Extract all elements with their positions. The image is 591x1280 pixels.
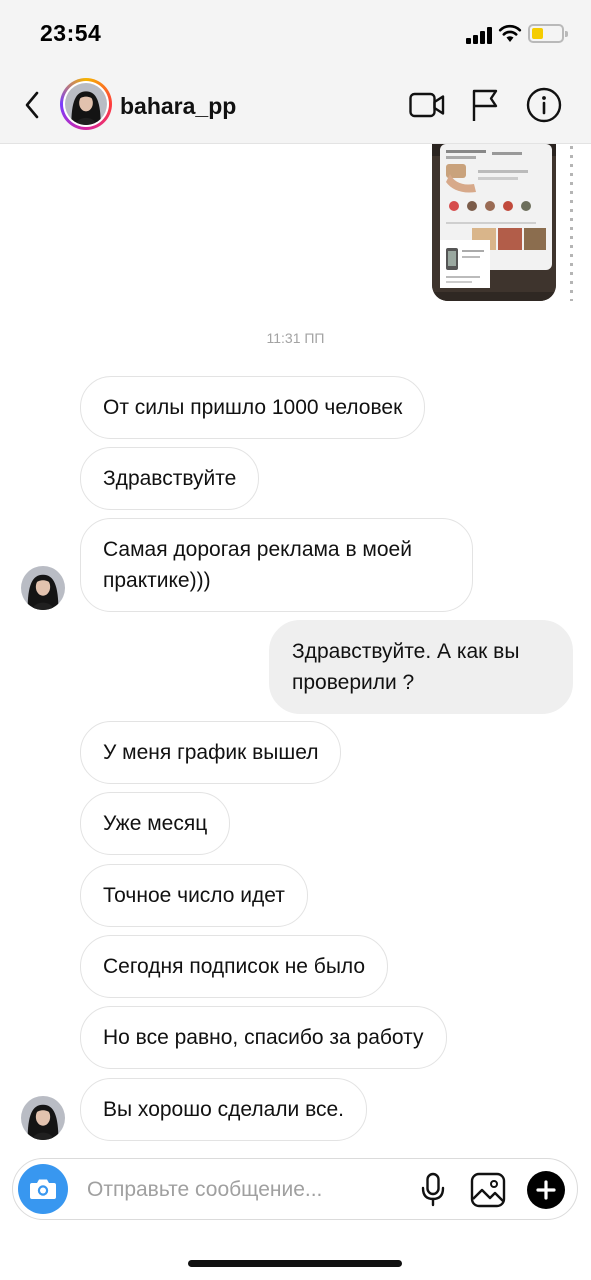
incoming-message-bubble[interactable]: Точное число идет	[80, 864, 308, 927]
status-bar: 23:54	[0, 0, 591, 66]
message-timestamp: 11:31 ПП	[266, 330, 325, 346]
message-text: Вы хорошо сделали все.	[103, 1098, 345, 1121]
status-time: 23:54	[40, 20, 102, 46]
message-text: Сегодня подписок не было	[103, 955, 366, 978]
wifi-icon	[498, 24, 522, 42]
avatar-photo	[21, 1096, 65, 1140]
incoming-message-bubble[interactable]: Но все равно, спасибо за работу	[80, 1006, 447, 1069]
message-text: Но все равно, спасибо за работу	[103, 1026, 424, 1049]
avatar-photo	[21, 566, 65, 610]
message-text: Самая дорогая реклама в моей практике)))	[103, 538, 412, 592]
avatar-photo	[65, 83, 107, 125]
microphone-icon[interactable]	[419, 1172, 447, 1208]
sender-avatar[interactable]	[21, 566, 65, 610]
home-indicator[interactable]	[188, 1260, 402, 1267]
camera-button[interactable]	[18, 1164, 68, 1214]
message-composer	[12, 1158, 578, 1220]
incoming-message-bubble[interactable]: Здравствуйте	[80, 447, 260, 510]
info-icon[interactable]	[526, 87, 562, 123]
plus-icon	[536, 1180, 556, 1200]
header-avatar[interactable]	[60, 78, 112, 130]
message-text: Уже месяц	[103, 812, 208, 835]
shared-screenshot-thumbnail	[432, 144, 556, 301]
message-input[interactable]	[87, 1176, 397, 1204]
incoming-message-bubble[interactable]: От силы пришло 1000 человек	[80, 376, 426, 439]
camera-icon	[30, 1179, 56, 1199]
incoming-message-bubble[interactable]: Вы хорошо сделали все.	[80, 1078, 368, 1141]
gallery-icon[interactable]	[470, 1172, 506, 1208]
message-text: Здравствуйте	[103, 467, 237, 490]
incoming-message-bubble[interactable]: Уже месяц	[80, 792, 231, 855]
shared-image-message[interactable]	[432, 144, 556, 301]
add-button[interactable]	[527, 1171, 565, 1209]
chat-header: bahara_pp	[0, 66, 591, 144]
flag-icon[interactable]	[471, 88, 499, 122]
battery-icon	[528, 24, 568, 43]
outgoing-message-bubble[interactable]: Здравствуйте. А как вы проверили ?	[269, 620, 573, 714]
video-call-icon[interactable]	[409, 90, 445, 120]
message-text: Здравствуйте. А как вы проверили ?	[292, 640, 520, 694]
incoming-message-bubble[interactable]: Сегодня подписок не было	[80, 935, 389, 998]
message-text: Точное число идет	[103, 884, 285, 907]
message-text: От силы пришло 1000 человек	[103, 396, 403, 419]
sender-avatar[interactable]	[21, 1096, 65, 1140]
message-text: У меня график вышел	[103, 741, 319, 764]
chat-username[interactable]: bahara_pp	[120, 93, 236, 120]
incoming-message-bubble[interactable]: У меня график вышел	[80, 721, 342, 784]
incoming-message-bubble[interactable]: Самая дорогая реклама в моей практике)))	[80, 518, 473, 612]
cellular-signal-icon	[466, 26, 492, 44]
thread-scroll-indicator[interactable]	[570, 146, 573, 301]
back-icon[interactable]	[20, 88, 44, 122]
battery-level	[532, 28, 543, 39]
